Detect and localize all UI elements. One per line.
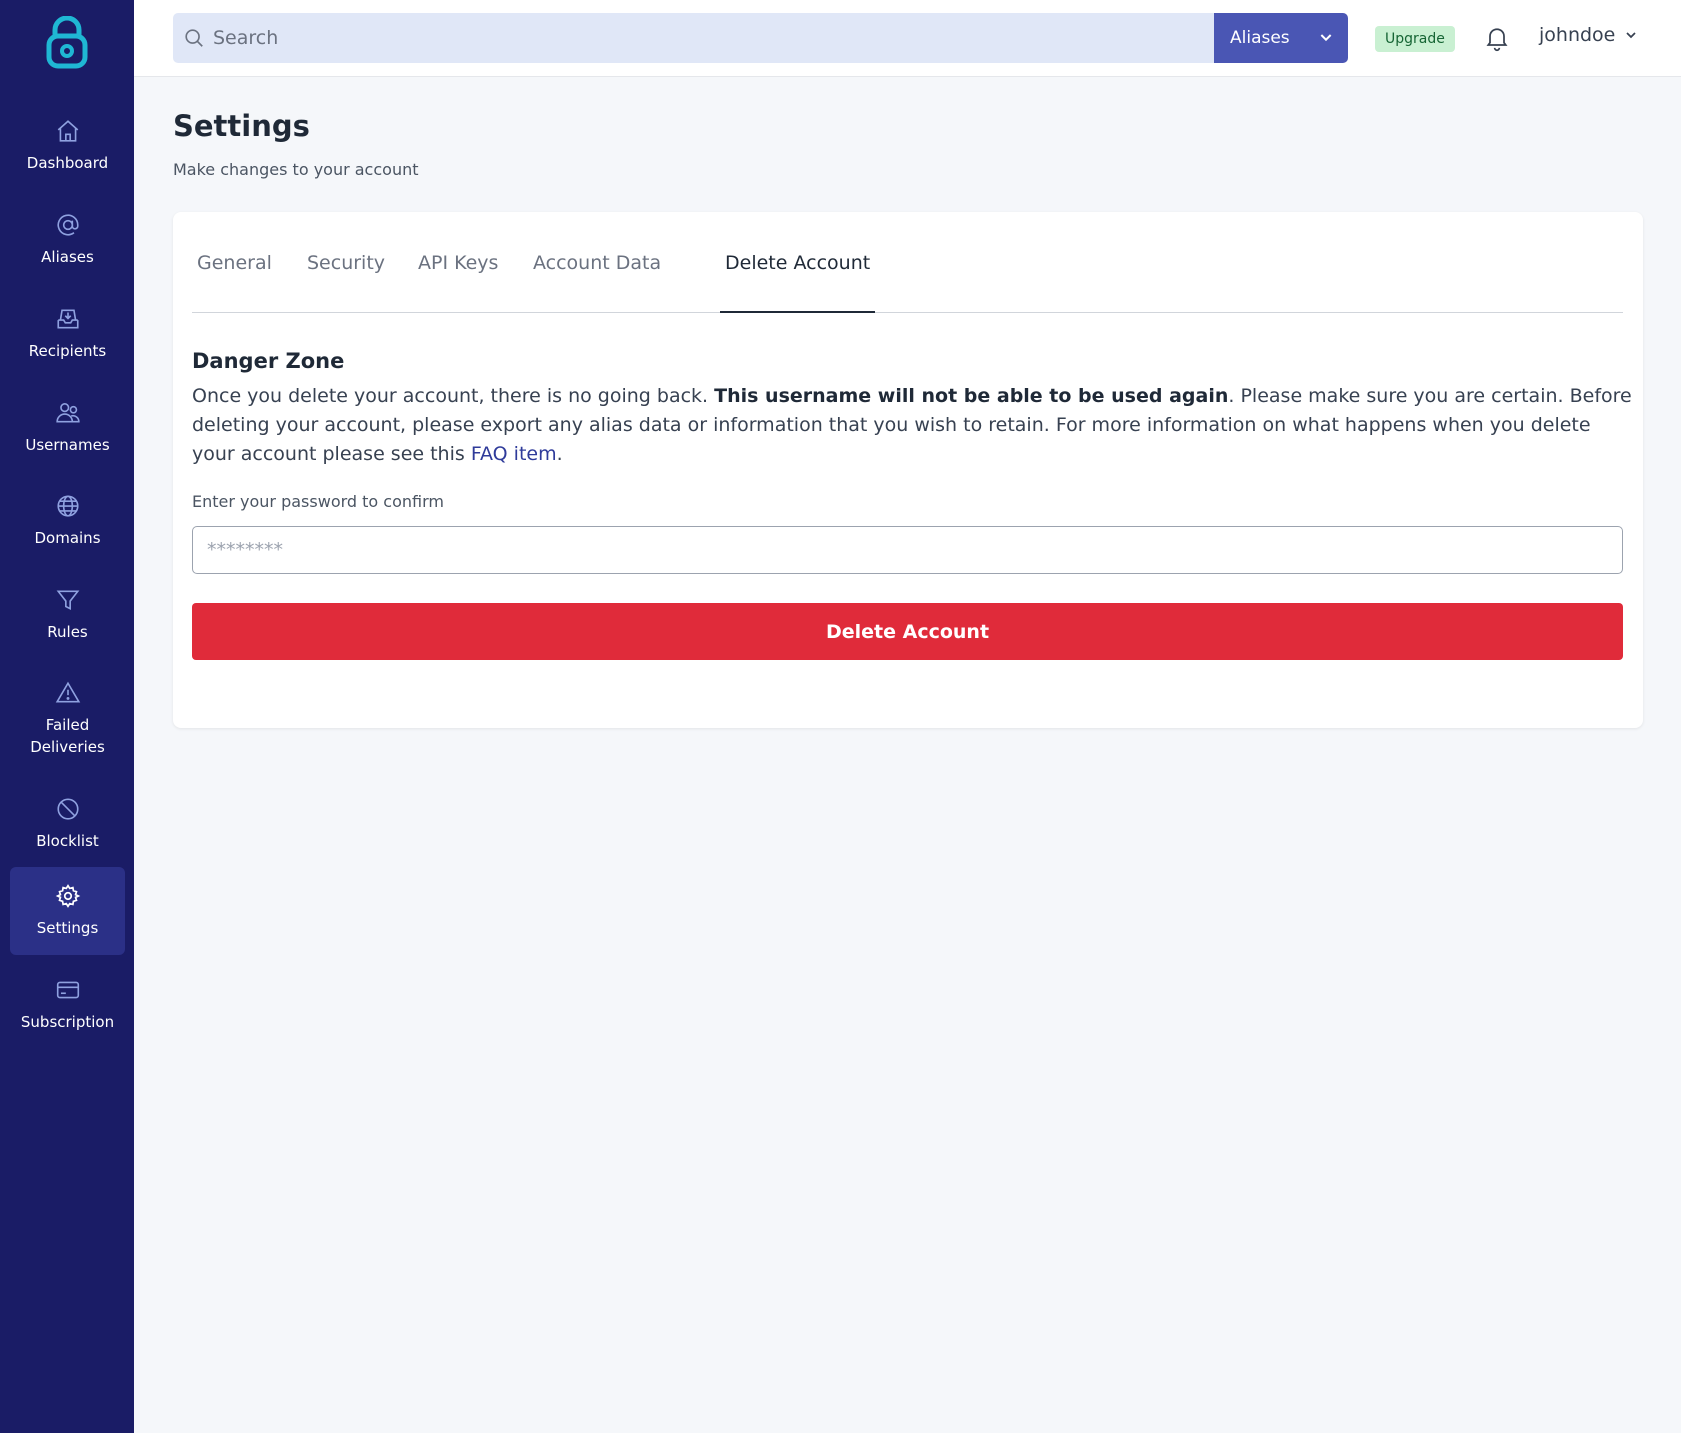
sidebar-item-aliases[interactable]: Aliases — [10, 196, 125, 284]
danger-zone-description: Once you delete your account, there is n… — [192, 382, 1632, 469]
warning-triangle-icon — [54, 679, 82, 707]
globe-icon — [54, 492, 82, 520]
username: johndoe — [1539, 24, 1616, 46]
bell-icon[interactable] — [1483, 24, 1511, 52]
delete-account-button[interactable]: Delete Account — [192, 603, 1623, 660]
sidebar-item-failed-deliveries[interactable]: Failed Deliveries — [10, 664, 125, 774]
upgrade-badge[interactable]: Upgrade — [1375, 26, 1455, 52]
filter-icon — [54, 586, 82, 614]
sidebar-item-label: Usernames — [25, 436, 110, 454]
search-scope-label: Aliases — [1230, 28, 1290, 48]
page-subtitle: Make changes to your account — [173, 160, 419, 179]
chevron-down-icon — [1625, 24, 1637, 46]
settings-card: General Security API Keys Account Data D… — [173, 212, 1643, 728]
faq-link[interactable]: FAQ item — [471, 443, 557, 465]
description-text: Once you delete your account, there is n… — [192, 385, 715, 407]
sidebar-item-rules[interactable]: Rules — [10, 571, 125, 659]
top-header: Aliases Upgrade johndoe — [134, 0, 1681, 77]
tab-general[interactable]: General — [192, 252, 277, 313]
sidebar-item-label: Dashboard — [26, 154, 109, 172]
home-icon — [54, 117, 82, 145]
sidebar-item-dashboard[interactable]: Dashboard — [10, 102, 125, 190]
settings-tabs: General Security API Keys Account Data D… — [192, 252, 1623, 313]
sidebar-item-label: Blocklist — [36, 832, 99, 850]
users-icon — [54, 399, 82, 427]
sidebar-item-label: Recipients — [28, 342, 107, 360]
sidebar-item-subscription[interactable]: Subscription — [10, 961, 125, 1049]
description-emphasis: This username will not be able to be use… — [714, 385, 1229, 407]
sidebar-item-usernames[interactable]: Usernames — [10, 384, 125, 472]
sidebar: Dashboard Aliases Recipients Usernames D… — [0, 0, 134, 1433]
search-scope-dropdown[interactable]: Aliases — [1214, 13, 1348, 63]
description-text: . — [556, 443, 563, 465]
password-label: Enter your password to confirm — [192, 492, 444, 511]
inbox-download-icon — [54, 305, 82, 333]
tab-security[interactable]: Security — [302, 252, 390, 313]
sidebar-item-settings[interactable]: Settings — [10, 867, 125, 955]
ban-icon — [54, 795, 82, 823]
user-menu[interactable]: johndoe — [1539, 24, 1637, 46]
search-icon — [182, 26, 206, 50]
page-title: Settings — [173, 109, 310, 143]
sidebar-item-label: Rules — [47, 623, 88, 641]
gear-icon — [54, 882, 82, 910]
sidebar-item-domains[interactable]: Domains — [10, 477, 125, 565]
at-sign-icon — [54, 211, 82, 239]
sidebar-item-label: Domains — [34, 529, 101, 547]
logo-icon[interactable] — [45, 15, 89, 70]
chevron-down-icon — [1318, 29, 1334, 49]
tab-account-data[interactable]: Account Data — [528, 252, 666, 313]
tab-delete-account[interactable]: Delete Account — [720, 252, 876, 313]
search-bar — [173, 13, 1214, 63]
danger-zone-title: Danger Zone — [192, 349, 345, 373]
sidebar-item-recipients[interactable]: Recipients — [10, 290, 125, 378]
sidebar-item-label: Subscription — [20, 1013, 115, 1031]
tab-api-keys[interactable]: API Keys — [413, 252, 503, 313]
password-field[interactable] — [192, 526, 1623, 574]
search-input[interactable] — [213, 27, 1113, 49]
sidebar-item-label: Settings — [36, 919, 99, 937]
sidebar-item-blocklist[interactable]: Blocklist — [10, 780, 125, 868]
credit-card-icon — [54, 976, 82, 1004]
sidebar-item-label: Failed Deliveries — [30, 716, 105, 756]
sidebar-item-label: Aliases — [41, 248, 94, 266]
